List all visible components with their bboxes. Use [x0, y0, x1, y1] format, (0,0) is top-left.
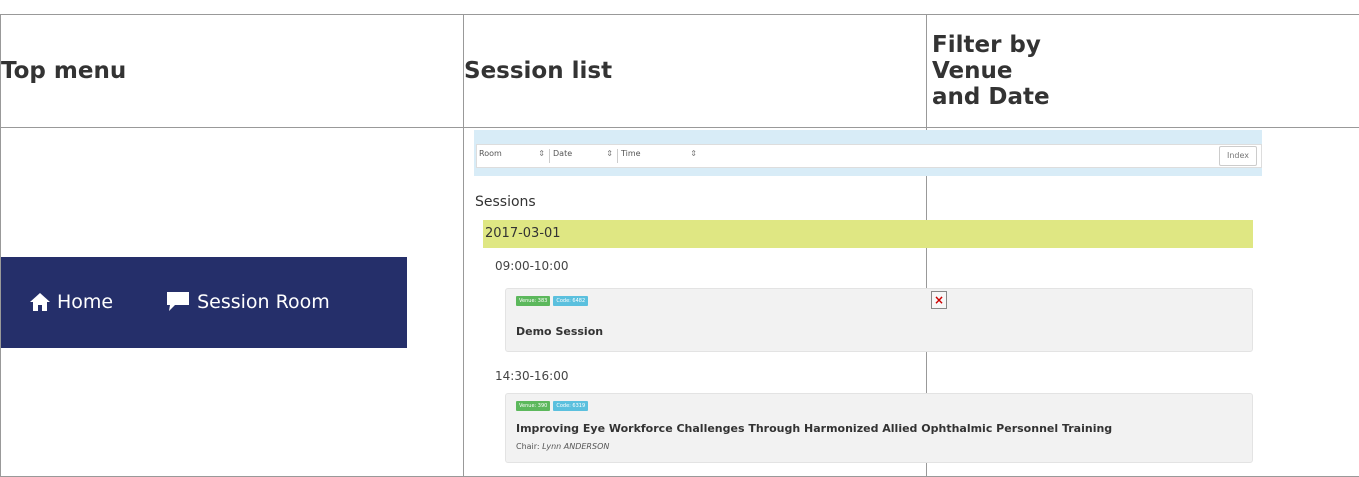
- session-chair: Chair: Lynn ANDERSON: [516, 442, 609, 451]
- slot-time: 14:30-16:00: [495, 369, 569, 383]
- home-label: Home: [57, 291, 114, 313]
- session-title[interactable]: Improving Eye Workforce Challenges Throu…: [516, 422, 1112, 435]
- chair-name: Lynn ANDERSON: [542, 442, 610, 451]
- session-card[interactable]: Venue: 390 Code: 6319 Improving Eye Work…: [505, 393, 1253, 463]
- home-menu-item[interactable]: Home: [29, 291, 113, 313]
- date-bar: 2017-03-01: [483, 220, 1253, 248]
- session-badges: Venue: 383 Code: 6482: [516, 296, 589, 306]
- sessions-heading: Sessions: [475, 194, 536, 210]
- speech-bubble-icon: [167, 292, 190, 311]
- header-filter-line3: and Date: [932, 84, 1050, 110]
- session-list-screenshot: Room ⇕ Date ⇕ Time ⇕ Index Sessions 2017…: [464, 128, 1264, 476]
- date-select-label: Date: [553, 149, 573, 158]
- session-room-menu-item[interactable]: Session Room: [165, 291, 330, 313]
- slot-time: 09:00-10:00: [495, 259, 569, 273]
- broken-image-icon: ×: [931, 291, 947, 309]
- room-select-label: Room: [479, 149, 502, 158]
- chair-label: Chair:: [516, 442, 540, 451]
- date-select-arrow-icon: ⇕: [606, 149, 613, 158]
- time-select-arrow-icon: ⇕: [690, 149, 697, 158]
- date-select[interactable]: Date ⇕: [553, 149, 618, 163]
- venue-badge: Venue: 390: [516, 401, 551, 411]
- session-room-label: Session Room: [197, 291, 330, 313]
- time-select[interactable]: Time ⇕: [621, 149, 701, 163]
- header-filter-line1: Filter by: [932, 32, 1041, 58]
- header-session-list: Session list: [463, 14, 927, 128]
- session-card[interactable]: Venue: 383 Code: 6482 Demo Session: [505, 288, 1253, 352]
- filter-toolbar: Room ⇕ Date ⇕ Time ⇕ Index: [474, 130, 1262, 176]
- session-title[interactable]: Demo Session: [516, 325, 603, 338]
- header-row: Top menu Session list Filter by Venue an…: [0, 14, 1359, 128]
- filter-toolbar-inner: Room ⇕ Date ⇕ Time ⇕ Index: [476, 144, 1262, 168]
- header-top-menu: Top menu: [0, 14, 464, 128]
- session-badges: Venue: 390 Code: 6319: [516, 401, 589, 411]
- room-select[interactable]: Room ⇕: [479, 149, 550, 163]
- room-select-arrow-icon: ⇕: [538, 149, 545, 158]
- top-menu-cell: Home Session Room: [0, 127, 464, 477]
- venue-badge: Venue: 383: [516, 296, 551, 306]
- home-icon: [30, 293, 50, 311]
- top-menu-bar: Home Session Room: [1, 256, 407, 348]
- code-badge: Code: 6319: [553, 401, 589, 411]
- header-filter: Filter by Venue and Date: [926, 14, 1359, 128]
- documentation-table: Top menu Session list Filter by Venue an…: [0, 14, 1359, 477]
- index-button[interactable]: Index: [1219, 146, 1257, 166]
- code-badge: Code: 6482: [553, 296, 589, 306]
- content-row: Home Session Room Room ⇕ Date ⇕ Time ⇕ I…: [0, 127, 1359, 477]
- session-list-cell: Room ⇕ Date ⇕ Time ⇕ Index Sessions 2017…: [463, 127, 1262, 477]
- broken-image-glyph: ×: [933, 293, 945, 307]
- time-select-label: Time: [621, 149, 641, 158]
- header-filter-line2: Venue: [932, 58, 1013, 84]
